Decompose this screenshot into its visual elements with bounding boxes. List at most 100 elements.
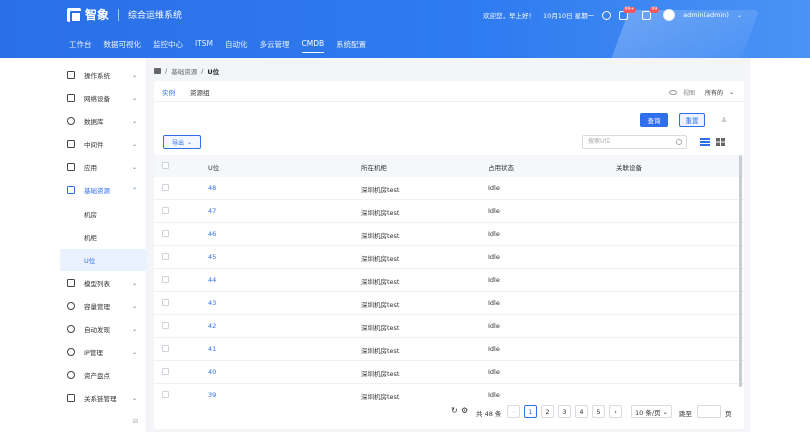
export-button[interactable]: 导出 ⌄ (163, 135, 201, 149)
list-view-icon[interactable] (700, 138, 710, 146)
refresh-icon[interactable]: ↻ (451, 406, 458, 415)
column-header-cabinet[interactable]: 所在机柜 (361, 162, 387, 172)
sidebar-item-ip[interactable]: IP管理 ⌄ (60, 341, 147, 363)
logo-icon (67, 7, 82, 23)
chevron-down-icon[interactable]: ⌄ (737, 12, 742, 19)
nav-item-automation[interactable]: 自动化 (225, 39, 248, 53)
nav-item-workbench[interactable]: 工作台 (69, 39, 92, 53)
grid-view-icon[interactable] (716, 138, 725, 146)
tab-resource-group[interactable]: 资源组 (190, 87, 210, 101)
page-3-button[interactable]: 3 (558, 405, 571, 418)
jump-suffix: 页 (725, 410, 732, 418)
u-position-link[interactable]: 39 (208, 391, 216, 399)
u-position-link[interactable]: 43 (208, 299, 216, 307)
u-position-link[interactable]: 48 (208, 184, 216, 192)
view-label[interactable]: 视图 (683, 88, 695, 97)
collapse-sidebar-icon[interactable]: ⊟ (133, 418, 138, 425)
row-checkbox[interactable] (162, 368, 169, 375)
jump-input[interactable] (697, 405, 721, 418)
u-position-link[interactable]: 40 (208, 368, 216, 376)
select-all-checkbox[interactable] (162, 162, 169, 169)
query-button[interactable]: 查询 (640, 113, 668, 127)
breadcrumb-item[interactable]: 基础资源 (171, 66, 197, 76)
message-icon[interactable]: 99+ (619, 6, 637, 20)
page-4-button[interactable]: 4 (575, 405, 588, 418)
chevron-down-icon: ⌄ (131, 163, 137, 171)
sidebar-item-inventory[interactable]: 资产盘点 (60, 364, 147, 386)
cabinet-cell: 深圳机房test (361, 278, 400, 286)
nav-item-visualization[interactable]: 数据可视化 (104, 39, 142, 53)
u-position-link[interactable]: 46 (208, 230, 216, 238)
table-row[interactable]: 40 深圳机房test Idle (154, 361, 744, 384)
nav-item-settings[interactable]: 系统配置 (336, 39, 366, 53)
settings-icon[interactable]: ⚙ (461, 406, 468, 415)
expand-filters-icon[interactable]: ≚ (721, 117, 727, 125)
page-2-button[interactable]: 2 (541, 405, 554, 418)
scope-select[interactable]: 所有的 (705, 88, 723, 97)
prev-page-button[interactable]: ‹ (507, 405, 520, 418)
nav-item-cmdb[interactable]: CMDB (301, 39, 325, 53)
table-row[interactable]: 47 深圳机房test Idle (154, 200, 744, 223)
table-row[interactable]: 44 深圳机房test Idle (154, 269, 744, 292)
page-5-button[interactable]: 5 (592, 405, 605, 418)
page-size-label: 10 条/页 (635, 408, 661, 417)
sidebar-item-middleware[interactable]: 中间件 ⌄ (60, 133, 147, 155)
table-row[interactable]: 41 深圳机房test Idle (154, 338, 744, 361)
table-row[interactable]: 45 深圳机房test Idle (154, 246, 744, 269)
nav-item-itsm[interactable]: ITSM (195, 39, 213, 53)
table-row[interactable]: 43 深圳机房test Idle (154, 292, 744, 315)
logo-text: 智象 (85, 8, 110, 22)
u-position-link[interactable]: 44 (208, 276, 216, 284)
user-name[interactable]: admin(admin) (683, 11, 729, 19)
u-position-link[interactable]: 42 (208, 322, 216, 330)
nav-item-monitoring[interactable]: 监控中心 (153, 39, 183, 53)
column-header-u[interactable]: U位 (208, 162, 219, 172)
sidebar-item-apps[interactable]: 应用 ⌄ (60, 156, 147, 178)
bell-icon[interactable]: 99 (642, 6, 660, 20)
table-row[interactable]: 42 深圳机房test Idle (154, 315, 744, 338)
sidebar-item-discovery[interactable]: 自动发现 ⌄ (60, 318, 147, 340)
u-position-link[interactable]: 47 (208, 207, 216, 215)
row-checkbox[interactable] (162, 230, 169, 237)
home-icon[interactable] (154, 68, 161, 74)
u-position-link[interactable]: 45 (208, 253, 216, 261)
page-size-select[interactable]: 10 条/页 ⌄ (631, 405, 672, 418)
row-checkbox[interactable] (162, 184, 169, 191)
chevron-down-icon: ⌄ (131, 71, 137, 79)
sidebar-item-u-position[interactable]: U位 (60, 249, 147, 271)
table-scrollbar[interactable] (739, 155, 742, 387)
sidebar-item-network[interactable]: 网络设备 ⌄ (60, 87, 147, 109)
row-checkbox[interactable] (162, 345, 169, 352)
page-1-button[interactable]: 1 (524, 405, 537, 418)
row-checkbox[interactable] (162, 299, 169, 306)
chevron-down-icon[interactable]: ⌄ (729, 89, 734, 96)
sidebar-item-database[interactable]: 数据库 ⌄ (60, 110, 147, 132)
row-checkbox[interactable] (162, 207, 169, 214)
avatar[interactable] (663, 9, 676, 21)
sidebar-item-room[interactable]: 机房 (60, 203, 147, 225)
logo[interactable]: 智象 综合运维系统 (67, 6, 182, 23)
table-row[interactable]: 48 深圳机房test Idle (154, 177, 744, 200)
row-checkbox[interactable] (162, 391, 169, 398)
nav-item-multicloud[interactable]: 多云管理 (260, 39, 290, 53)
sidebar-item-cabinet[interactable]: 机柜 (60, 226, 147, 248)
sidebar-item-os[interactable]: 操作系统 ⌄ (60, 64, 147, 86)
sidebar-item-base-resources[interactable]: 基础资源 ⌃ (60, 179, 147, 201)
row-checkbox[interactable] (162, 253, 169, 260)
sidebar-item-relation[interactable]: 关系链管理 ⌄ (60, 387, 147, 409)
u-position-link[interactable]: 41 (208, 345, 216, 353)
tab-instance[interactable]: 实例 (162, 87, 175, 102)
row-checkbox[interactable] (162, 322, 169, 329)
sidebar-item-model-list[interactable]: 模型列表 ⌄ (60, 272, 147, 294)
eye-icon[interactable] (668, 90, 677, 95)
sidebar-item-capacity[interactable]: 容量管理 ⌄ (60, 295, 147, 317)
column-header-status[interactable]: 占用状态 (488, 162, 514, 172)
inventory-icon (67, 371, 75, 379)
next-page-button[interactable]: › (609, 405, 622, 418)
search-input[interactable]: 搜索U位 (582, 135, 687, 149)
table-row[interactable]: 46 深圳机房test Idle (154, 223, 744, 246)
column-header-device[interactable]: 关联设备 (616, 162, 642, 172)
reset-button[interactable]: 重置 (679, 113, 705, 127)
row-checkbox[interactable] (162, 276, 169, 283)
search-icon[interactable] (602, 10, 612, 20)
